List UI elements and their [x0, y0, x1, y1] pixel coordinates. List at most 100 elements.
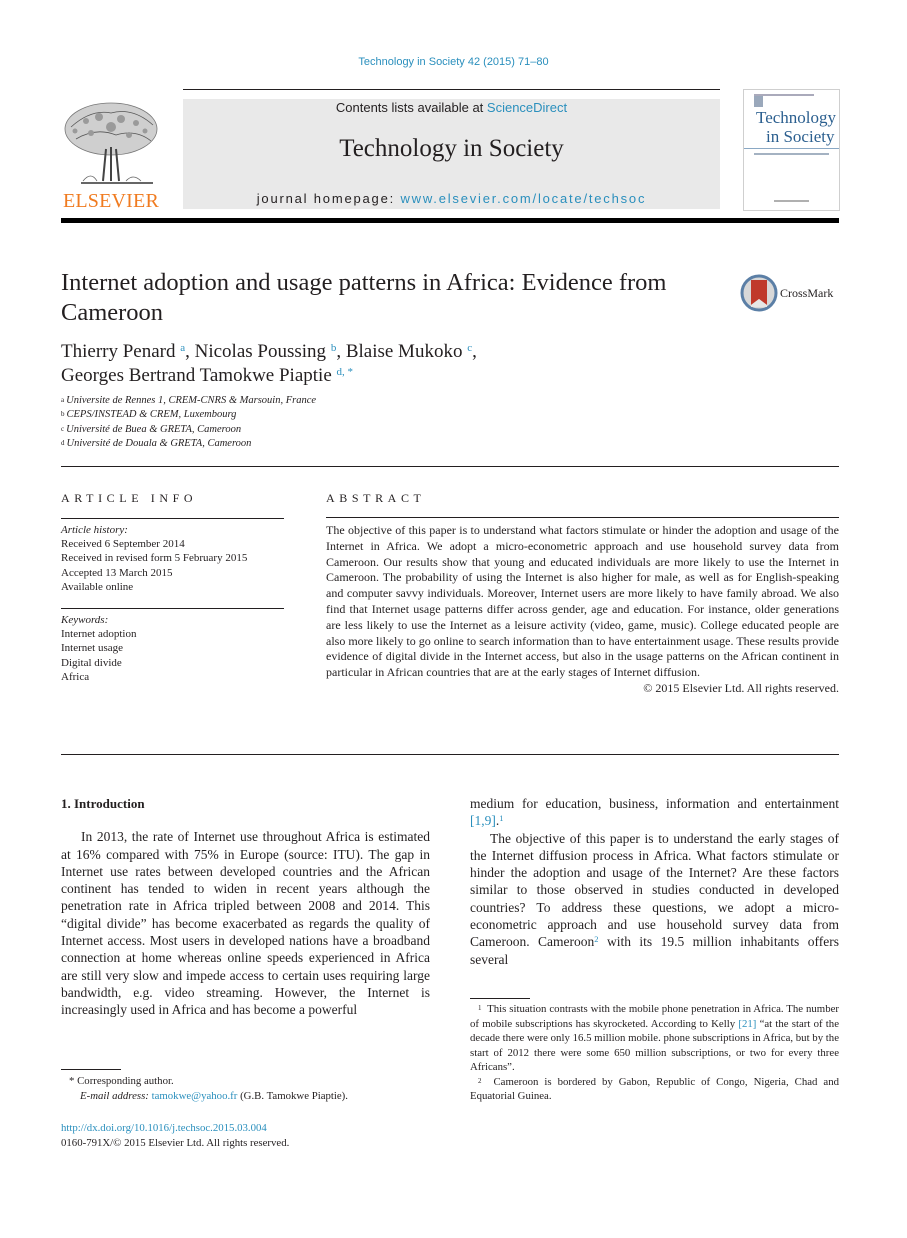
history-item: Received in revised form 5 February 2015	[61, 552, 248, 565]
author-name: Thierry Penard	[61, 341, 176, 362]
paragraph: In 2013, the rate of Internet use throug…	[61, 829, 430, 1018]
affiliation-marker: d	[61, 438, 65, 447]
affiliation: d Université de Douala & GRETA, Cameroon	[61, 437, 461, 451]
journal-homepage: journal homepage: www.elsevier.com/locat…	[183, 191, 720, 206]
author[interactable]: Blaise Mukoko c	[346, 341, 472, 362]
footnote-rule	[61, 1069, 121, 1070]
keywords: Keywords: Internet adoption Internet usa…	[61, 613, 284, 684]
homepage-prefix: journal homepage:	[256, 191, 401, 206]
author-separator: ,	[336, 341, 346, 362]
contents-line: Contents lists available at ScienceDirec…	[183, 100, 720, 115]
header-rule	[183, 89, 720, 90]
author-affil-ref[interactable]: a	[180, 342, 185, 354]
keyword: Africa	[61, 670, 90, 683]
cover-divider	[744, 148, 839, 149]
masthead-thick-rule	[61, 218, 839, 223]
author-affil-ref[interactable]: c	[467, 342, 472, 354]
citation-link[interactable]: [1,9]	[470, 813, 496, 828]
author-separator: ,	[472, 341, 477, 362]
cover-title-line1: Technology	[756, 108, 837, 127]
email-label: E-mail address:	[80, 1089, 152, 1102]
cover-elsevier-icon	[754, 96, 763, 107]
footnote-ref[interactable]: 1	[499, 813, 503, 823]
body-column-left: 1. Introduction In 2013, the rate of Int…	[61, 795, 430, 1019]
doi-link[interactable]: http://dx.doi.org/10.1016/j.techsoc.2015…	[61, 1121, 430, 1136]
author-name: Blaise Mukoko	[345, 341, 463, 362]
abstract-rule	[326, 517, 839, 518]
issn-copyright: 0160-791X/© 2015 Elsevier Ltd. All right…	[61, 1136, 290, 1149]
abstract-body: The objective of this paper is to unders…	[326, 523, 839, 680]
running-head[interactable]: Technology in Society 42 (2015) 71–80	[0, 56, 907, 68]
affiliation: a Universite de Rennes 1, CREM-CNRS & Mar…	[61, 394, 461, 408]
affiliation-marker: c	[61, 424, 65, 433]
abstract-copyright: © 2015 Elsevier Ltd. All rights reserved…	[643, 680, 839, 695]
author-separator: ,	[185, 341, 195, 362]
footnote-ref[interactable]: 2	[594, 934, 598, 944]
affiliation-text: Université de Douala & GRETA, Cameroon	[66, 437, 252, 449]
footnote-text: Cameroon is bordered by Gabon, Republic …	[470, 1075, 839, 1103]
abstract-heading: ABSTRACT	[326, 491, 426, 505]
author[interactable]: Thierry Penard a	[61, 341, 185, 362]
article-history-label: Article history:	[61, 524, 128, 536]
footnote-1: 1 This situation contrasts with the mobi…	[470, 1002, 839, 1075]
journal-citation-link[interactable]: Technology in Society 42 (2015) 71–80	[358, 56, 548, 68]
keyword: Internet adoption	[61, 628, 137, 641]
keywords-rule	[61, 608, 284, 609]
footnote-number: 1	[478, 1004, 482, 1012]
cover-footer-bar	[774, 200, 809, 202]
publisher-name: ELSEVIER	[62, 190, 160, 212]
author-list: Thierry Penard a, Nicolas Poussing b, Bl…	[61, 340, 661, 387]
history-item: Received 6 September 2014	[61, 538, 185, 551]
corresponding-author-note: * Corresponding author. E-mail address: …	[69, 1075, 348, 1102]
article-info-heading: ARTICLE INFO	[61, 491, 198, 505]
affiliation-text: Universite de Rennes 1, CREM-CNRS & Mars…	[66, 395, 317, 406]
affiliation-text: Université de Buea & GRETA, Cameroon	[66, 423, 242, 435]
section-heading-introduction: 1. Introduction	[61, 796, 145, 811]
affiliation-list: a Universite de Rennes 1, CREM-CNRS & Mar…	[61, 394, 461, 451]
affiliation-marker: a	[61, 396, 65, 404]
doi-block: http://dx.doi.org/10.1016/j.techsoc.2015…	[61, 1121, 430, 1150]
affiliation-marker: b	[61, 410, 65, 419]
crossmark-label: CrossMark	[780, 286, 834, 300]
paragraph: The objective of this paper is to unders…	[470, 830, 839, 968]
corresponding-label: Corresponding author.	[77, 1075, 174, 1087]
section-divider	[61, 466, 839, 467]
affiliation-text: CEPS/INSTEAD & CREM, Luxembourg	[66, 409, 237, 421]
section-divider	[61, 754, 839, 755]
citation-link[interactable]: [21]	[738, 1018, 756, 1030]
footnote-number: 2	[478, 1076, 482, 1085]
crossmark-button[interactable]: CrossMark	[740, 274, 840, 314]
author-affil-ref[interactable]: d, *	[337, 366, 354, 378]
journal-cover-thumbnail[interactable]: Technology in Society	[743, 89, 840, 211]
article-info-rule	[61, 518, 284, 519]
cover-subtitle-bar	[754, 153, 829, 155]
sciencedirect-link[interactable]: ScienceDirect	[487, 100, 567, 115]
article-history: Article history: Received 6 September 20…	[61, 523, 284, 594]
paragraph-text: medium for education, business, informat…	[470, 796, 839, 811]
email-suffix: (G.B. Tamokwe Piaptie).	[237, 1089, 348, 1102]
paragraph-text: The objective of this paper is to unders…	[470, 830, 839, 950]
affiliation: b CEPS/INSTEAD & CREM, Luxembourg	[61, 408, 461, 422]
history-item: Available online	[61, 580, 134, 593]
cover-title-line2: in Society	[766, 127, 835, 146]
history-item: Accepted 13 March 2015	[61, 566, 173, 579]
keyword: Digital divide	[61, 656, 122, 669]
cover-top-line	[754, 94, 814, 96]
email-link[interactable]: tamokwe@yahoo.fr	[152, 1090, 238, 1102]
paragraph-continued: medium for education, business, informat…	[470, 795, 839, 830]
author-name: Georges Bertrand Tamokwe Piaptie	[61, 364, 332, 386]
journal-masthead: Contents lists available at ScienceDirec…	[183, 99, 720, 209]
affiliation: c Université de Buea & GRETA, Cameroon	[61, 423, 461, 437]
journal-title: Technology in Society	[339, 135, 564, 162]
author-name: Nicolas Poussing	[194, 341, 327, 362]
homepage-link[interactable]: www.elsevier.com/locate/techsoc	[400, 191, 646, 206]
author[interactable]: Georges Bertrand Tamokwe Piaptie d, *	[61, 365, 353, 386]
author-affil-ref[interactable]: b	[331, 342, 337, 354]
crossmark-icon	[740, 274, 778, 312]
body-column-right: medium for education, business, informat…	[470, 795, 839, 968]
keyword: Internet usage	[61, 642, 123, 655]
article-title: Internet adoption and usage patterns in …	[61, 269, 667, 326]
footnote-rule	[470, 998, 530, 999]
contents-prefix: Contents lists available at	[335, 100, 487, 115]
author[interactable]: Nicolas Poussing b	[195, 341, 337, 362]
